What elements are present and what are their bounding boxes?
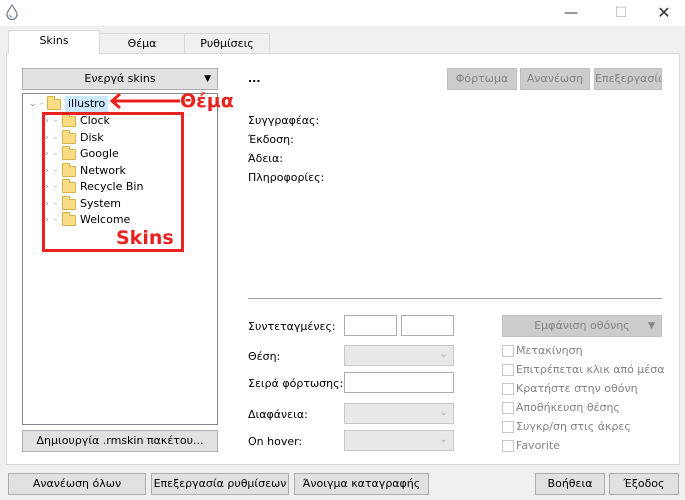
active-skins-button[interactable]: Ενεργά skins ▼ [22, 68, 218, 90]
tree-item-label: illustro [65, 96, 109, 112]
display-monitor-button[interactable]: Εμφάνιση οθόνης ▼ [502, 315, 662, 337]
tab-theme[interactable]: Θέμα [99, 33, 185, 53]
refresh-all-button[interactable]: Ανανέωση όλων [8, 473, 146, 495]
transparency-label: Διαφάνεια: [248, 408, 308, 421]
version-label: Έκδοση: [248, 133, 294, 146]
exit-button[interactable]: Έξοδος [609, 473, 679, 495]
snap-to-edges-checkbox[interactable] [502, 421, 514, 433]
position-select[interactable]: ⌄ [344, 345, 454, 366]
snap-to-edges-label: Συγκρ/ση στις άκρες [516, 420, 631, 433]
transparency-select[interactable]: ⌄ [344, 403, 454, 424]
draggable-checkbox[interactable] [502, 345, 514, 357]
rainmeter-drop-icon [5, 3, 19, 21]
minimize-button[interactable]: — [548, 0, 594, 26]
favorite-checkbox[interactable] [502, 440, 514, 452]
load-order-label: Σειρά φόρτωσης: [248, 377, 344, 390]
edit-settings-button[interactable]: Επεξεργασία ρυθμίσεων [151, 473, 289, 495]
skin-name: ... [248, 72, 261, 85]
annotation-arrow-icon [109, 93, 180, 109]
information-label: Πληροφορίες: [248, 171, 325, 184]
active-skins-label: Ενεργά skins [84, 72, 156, 85]
load-button[interactable]: Φόρτωμα [447, 68, 517, 90]
click-through-label: Επιτρέπεται κλικ από μέσα [516, 363, 665, 376]
open-log-button[interactable]: Άνοιγμα καταγραφής [294, 473, 429, 495]
coordinate-x-input[interactable] [344, 315, 397, 336]
license-label: Άδεια: [248, 152, 283, 165]
click-through-checkbox[interactable] [502, 364, 514, 376]
coordinates-label: Συντεταγμένες: [248, 320, 336, 333]
chevron-down-icon[interactable]: ⌄ [29, 96, 37, 112]
refresh-button[interactable]: Ανανέωση [520, 68, 590, 90]
save-position-label: Αποθήκευση θέσης [516, 401, 620, 414]
save-position-checkbox[interactable] [502, 402, 514, 414]
create-rmskin-package-button[interactable]: Δημιουργία .rmskin πακέτου... [22, 430, 218, 452]
close-button[interactable]: ✕ [641, 0, 685, 26]
chevron-down-icon: ⌄ [439, 407, 448, 418]
display-monitor-label: Εμφάνιση οθόνης [534, 319, 630, 332]
keep-on-screen-checkbox[interactable] [502, 383, 514, 395]
keep-on-screen-label: Κρατήστε στην οθόνη [516, 382, 638, 395]
separator [248, 298, 662, 299]
skins-annotation-label: Skins [116, 227, 174, 249]
chevron-down-icon: ⌄ [439, 349, 448, 360]
coordinate-y-input[interactable] [401, 315, 454, 336]
draggable-label: Μετακίνηση [516, 344, 583, 357]
dropdown-arrow-icon: ▼ [648, 321, 655, 331]
load-order-input[interactable] [344, 372, 454, 393]
tab-settings[interactable]: Ρυθμίσεις [184, 33, 270, 53]
dropdown-arrow-icon: ▼ [204, 74, 211, 84]
tab-skins[interactable]: Skins [8, 30, 100, 54]
on-hover-label: On hover: [248, 435, 303, 448]
position-label: Θέση: [248, 350, 281, 363]
edit-button[interactable]: Επεξεργασία [594, 68, 662, 90]
favorite-label: Favorite [516, 439, 560, 452]
maximize-button[interactable]: ☐ [598, 0, 644, 26]
theme-annotation-label: Θέμα [180, 90, 234, 112]
on-hover-select[interactable]: ⌄ [344, 430, 454, 451]
author-label: Συγγραφέας: [248, 114, 320, 127]
help-button[interactable]: Βοήθεια [535, 473, 605, 495]
folder-icon [47, 96, 61, 110]
chevron-down-icon: ⌄ [439, 434, 448, 445]
